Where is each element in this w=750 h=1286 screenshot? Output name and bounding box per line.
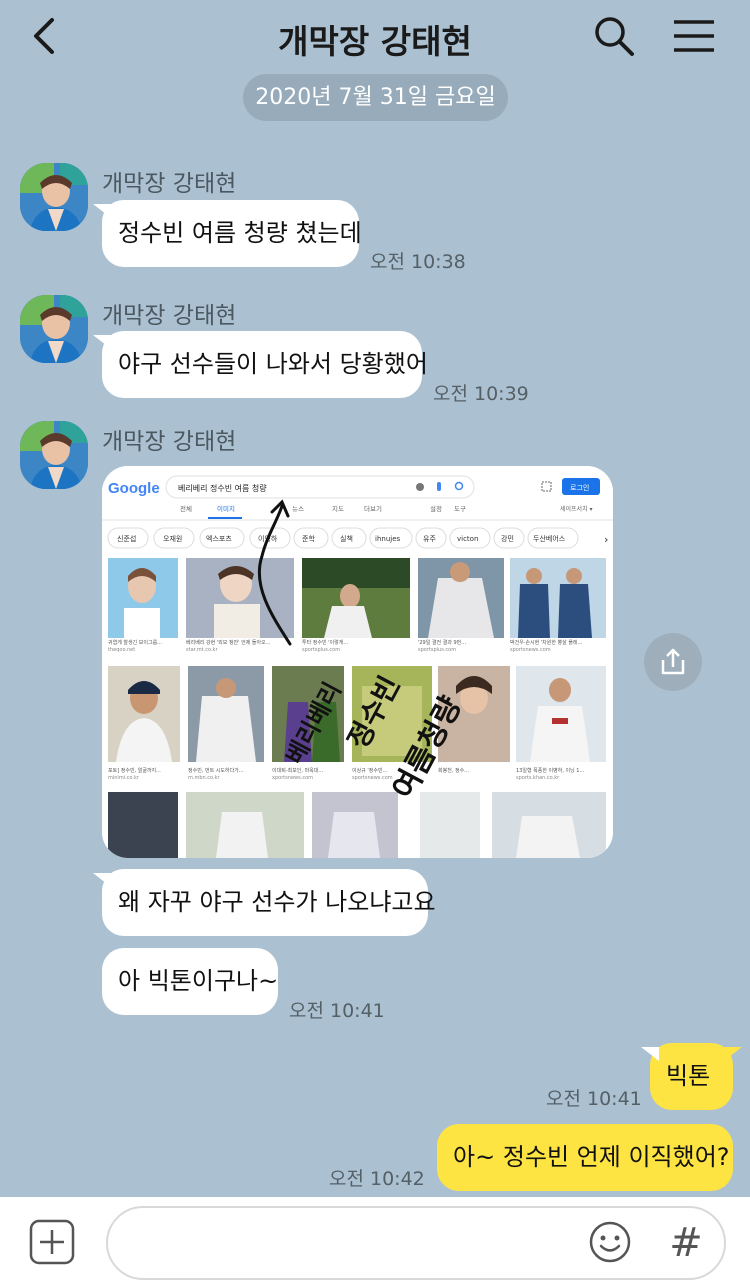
sender-name: 개막장 강태현 — [102, 171, 237, 197]
message-input[interactable] — [106, 1206, 726, 1280]
message-time: 오전 10:41 — [546, 1088, 642, 1110]
google-logo: Google — [108, 480, 160, 497]
message-bubble[interactable]: 왜 자꾸 야구 선수가 나오냐고요 — [93, 869, 436, 936]
avatar[interactable] — [20, 295, 88, 363]
message-text: 아 빅톤이구나~ — [118, 967, 279, 996]
svg-text:실책: 실책 — [340, 534, 353, 543]
message-time: 오전 10:42 — [329, 1168, 425, 1190]
sender-name: 개막장 강태현 — [102, 429, 237, 455]
message-text: 야구 선수들이 나와서 당황했어 — [118, 350, 428, 379]
sender-name: 개막장 강태현 — [102, 303, 237, 329]
hamburger-menu-icon[interactable] — [672, 16, 716, 56]
my-message-bubble[interactable]: 빅톤 — [641, 1043, 742, 1110]
message-text: 빅톤 — [666, 1062, 711, 1091]
my-message-bubble[interactable]: 아~ 정수빈 언제 이직했어? — [437, 1124, 733, 1191]
svg-text:13일형 폭풍한 이병하, 이닝 1...: 13일형 폭풍한 이병하, 이닝 1... — [516, 767, 585, 774]
svg-text:엑스포츠: 엑스포츠 — [206, 534, 232, 543]
add-box-icon[interactable] — [28, 1218, 76, 1266]
svg-text:ihnujes: ihnujes — [375, 535, 401, 543]
tools-link: 도구 — [454, 505, 466, 513]
related-chips: 신준섭 오재원 엑스포츠 이영하 준학 실책 ihnujes 유주 victon… — [107, 527, 579, 549]
share-icon — [661, 648, 685, 675]
mic-icon — [437, 482, 441, 491]
tab-maps: 지도 — [332, 504, 344, 513]
svg-text:정수빈, 번트 시도하다가...: 정수빈, 번트 시도하다가... — [188, 767, 244, 774]
search-screenshot: Google 베리베리 정수빈 여름 청량 로그인 전체 이미지 뉴스 지도 더… — [102, 466, 613, 858]
svg-text:xportsnews.com: xportsnews.com — [272, 775, 313, 781]
svg-text:포토] 정수빈, 얼굴까지...: 포토] 정수빈, 얼굴까지... — [108, 767, 161, 774]
svg-text:victon: victon — [457, 535, 478, 543]
settings-link: 설정 — [430, 504, 442, 513]
svg-text:이상규 '정수빈...: 이상규 '정수빈... — [352, 767, 388, 774]
camera-icon — [416, 483, 424, 491]
safesearch-link: 세이프서치 ▾ — [560, 505, 593, 513]
share-button[interactable] — [644, 633, 702, 691]
tab-all: 전체 — [180, 504, 192, 513]
svg-text:sportsplus.com: sportsplus.com — [302, 647, 340, 653]
tab-images: 이미지 — [217, 504, 235, 513]
svg-text:귀엽게 찰생긴 보이그룹...: 귀엽게 찰생긴 보이그룹... — [108, 639, 162, 646]
svg-text:sportsnews.com: sportsnews.com — [510, 647, 551, 653]
search-icon[interactable] — [592, 14, 636, 58]
svg-text:오재원: 오재원 — [163, 534, 182, 543]
chat-title: 개막장 강태현 — [278, 22, 472, 61]
tab-more: 더보기 — [364, 504, 382, 513]
message-time: 오전 10:41 — [289, 1000, 385, 1022]
svg-text:sportsplus.com: sportsplus.com — [418, 647, 456, 653]
avatar[interactable] — [20, 421, 88, 489]
avatar-photo — [20, 421, 88, 489]
svg-text:minimi.co.kr: minimi.co.kr — [108, 775, 140, 781]
svg-text:회봉천, 정수...: 회봉천, 정수... — [438, 767, 469, 774]
svg-text:m.mbn.co.kr: m.mbn.co.kr — [188, 775, 220, 781]
avatar[interactable] — [20, 163, 88, 231]
svg-text:'29일 결전 결과 9번...: '29일 결전 결과 9번... — [418, 639, 466, 646]
message-text: 아~ 정수빈 언제 이직했어? — [453, 1143, 730, 1172]
image-message[interactable]: Google 베리베리 정수빈 여름 청량 로그인 전체 이미지 뉴스 지도 더… — [102, 466, 613, 858]
svg-text:유주: 유주 — [423, 535, 436, 543]
message-time: 오전 10:39 — [433, 383, 529, 405]
date-divider: 2020년 7월 31일 금요일 — [243, 74, 508, 121]
svg-text:강민: 강민 — [501, 534, 514, 543]
search-query: 베리베리 정수빈 여름 청량 — [178, 483, 267, 493]
svg-text:sportsnews.com: sportsnews.com — [352, 775, 393, 781]
svg-text:이대퇴-최보인, 마옥대...: 이대퇴-최보인, 마옥대... — [272, 767, 324, 774]
svg-text:베리베리 강현 '외모 청잔' 언제 돌아오...: 베리베리 강현 '외모 청잔' 언제 돌아오... — [186, 639, 271, 646]
avatar-photo — [20, 163, 88, 231]
svg-text:투타 정수빈 '이렇게...: 투타 정수빈 '이렇게... — [302, 639, 349, 646]
chips-next-icon: › — [604, 533, 608, 546]
login-label: 로그인 — [570, 483, 589, 492]
message-bubble[interactable]: 정수빈 여름 청량 쳤는데 — [93, 200, 362, 267]
svg-text:star.mt.co.kr: star.mt.co.kr — [186, 647, 218, 653]
emoji-icon[interactable] — [588, 1220, 632, 1264]
svg-text:sports.khan.co.kr: sports.khan.co.kr — [516, 775, 560, 781]
svg-text:신준섭: 신준섭 — [117, 534, 136, 543]
avatar-photo — [20, 295, 88, 363]
svg-text:theqoo.net: theqoo.net — [108, 647, 135, 653]
chat-header: 개막장 강태현 — [0, 0, 750, 76]
svg-text:준학: 준학 — [302, 534, 315, 543]
svg-text:박건우·손시현 '차원한 뽕살 플레...: 박건우·손시현 '차원한 뽕살 플레... — [510, 639, 583, 646]
message-text: 정수빈 여름 청량 쳤는데 — [118, 219, 362, 248]
message-text: 왜 자꾸 야구 선수가 나오냐고요 — [118, 888, 436, 917]
message-bubble[interactable]: 아 빅톤이구나~ — [102, 948, 278, 1015]
hash-icon[interactable]: # — [664, 1220, 708, 1264]
tab-news: 뉴스 — [292, 505, 304, 513]
svg-text:두산베어스: 두산베어스 — [533, 534, 566, 543]
message-bubble[interactable]: 야구 선수들이 나와서 당황했어 — [93, 331, 428, 398]
svg-text:#: # — [669, 1220, 703, 1264]
message-time: 오전 10:38 — [370, 251, 466, 273]
